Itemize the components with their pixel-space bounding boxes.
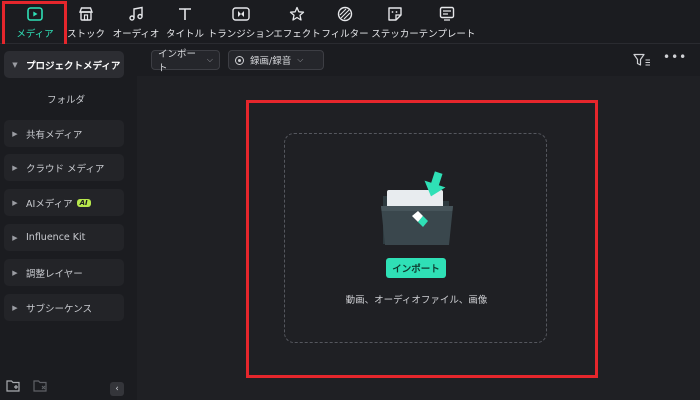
sidebar-item-adjustment-layer[interactable]: ▶ 調整レイヤー (4, 259, 124, 286)
sort-filter-icon[interactable] (633, 52, 651, 68)
expand-arrow-icon: ▶ (12, 233, 18, 242)
record-dropdown[interactable]: 録画/録音 ⌵ (228, 50, 324, 70)
tab-title-label: タイトル (165, 28, 204, 40)
record-icon (235, 55, 244, 65)
expand-arrow-icon: ▶ (12, 129, 18, 138)
tab-filter[interactable]: フィルター (321, 0, 369, 44)
more-options-button[interactable]: ••• (663, 51, 686, 68)
tab-template-label: テンプレート (418, 28, 476, 40)
music-note-icon (127, 5, 145, 23)
filter-icon (336, 5, 354, 23)
expand-arrow-icon: ▶ (12, 268, 18, 277)
media-content-area: インポート 動画、オーディオファイル、画像 (137, 76, 700, 400)
expand-arrow-icon: ▼ (12, 60, 18, 69)
sidebar-item-label: サブシーケンス (26, 303, 93, 315)
tab-sticker-label: ステッカー (371, 28, 419, 40)
sidebar-item-folder[interactable]: フォルダ (0, 92, 132, 106)
media-library-panel: インポート ⌵ 録画/録音 ⌵ ••• インポート 動画、オーディオファイル、画… (137, 44, 700, 400)
transition-icon (232, 5, 250, 23)
collapse-sidebar-button[interactable]: ‹ (110, 382, 124, 396)
sidebar-item-label: プロジェクトメディア (26, 60, 121, 72)
tab-template[interactable]: テンプレート (418, 0, 476, 44)
sidebar-item-project-media[interactable]: ▼ プロジェクトメディア (4, 51, 124, 78)
new-folder-icon[interactable] (6, 377, 21, 396)
tab-effect-label: エフェクト (273, 28, 321, 40)
dropzone-highlight (246, 100, 598, 378)
effect-star-icon (288, 5, 306, 23)
tab-audio[interactable]: オーディオ (112, 0, 160, 44)
sidebar-item-label: AIメディア (26, 198, 73, 210)
tab-stock[interactable]: ストック (66, 0, 106, 44)
sticker-icon (386, 5, 404, 23)
expand-arrow-icon: ▶ (12, 163, 18, 172)
sidebar-item-cloud-media[interactable]: ▶ クラウド メディア (4, 154, 124, 181)
tab-transition[interactable]: トランジション (208, 0, 274, 44)
import-dropdown[interactable]: インポート ⌵ (151, 49, 220, 74)
top-toolbar: メディア ストック オーディオ タイトル トランジション エフェクト フィルター… (0, 0, 700, 48)
folder-icon[interactable] (33, 377, 48, 396)
stock-icon (77, 5, 95, 23)
tab-title[interactable]: タイトル (163, 0, 207, 44)
expand-arrow-icon: ▶ (12, 303, 18, 312)
chevron-down-icon: ⌵ (206, 55, 213, 64)
media-tab-highlight (2, 1, 67, 48)
sidebar-item-label: Influence Kit (26, 232, 86, 243)
sidebar-item-label: 調整レイヤー (26, 268, 83, 280)
sidebar-item-label: 共有メディア (26, 129, 83, 141)
tab-filter-label: フィルター (321, 28, 369, 40)
sidebar-item-label: クラウド メディア (26, 163, 105, 175)
title-t-icon (176, 5, 194, 23)
tab-audio-label: オーディオ (112, 28, 160, 40)
sidebar-item-ai-media[interactable]: ▶ AIメディア AI (4, 189, 124, 216)
tab-sticker[interactable]: ステッカー (371, 0, 419, 44)
sidebar-item-influence-kit[interactable]: ▶ Influence Kit (4, 224, 124, 251)
media-sidebar: ▼ プロジェクトメディア フォルダ ▶ 共有メディア ▶ クラウド メディア ▶… (0, 44, 132, 400)
expand-arrow-icon: ▶ (12, 198, 18, 207)
tab-effect[interactable]: エフェクト (273, 0, 321, 44)
ai-badge: AI (76, 198, 91, 207)
import-dropdown-label: インポート (158, 49, 197, 74)
tab-stock-label: ストック (66, 28, 105, 40)
media-subtoolbar: インポート ⌵ 録画/録音 ⌵ ••• (137, 44, 700, 76)
sidebar-item-subsequence[interactable]: ▶ サブシーケンス (4, 294, 124, 321)
record-dropdown-label: 録画/録音 (250, 56, 292, 67)
chevron-down-icon: ⌵ (297, 55, 304, 64)
template-icon (438, 5, 456, 23)
sidebar-item-shared-media[interactable]: ▶ 共有メディア (4, 120, 124, 147)
tab-transition-label: トランジション (207, 28, 275, 40)
sidebar-footer: ‹ (0, 376, 132, 400)
